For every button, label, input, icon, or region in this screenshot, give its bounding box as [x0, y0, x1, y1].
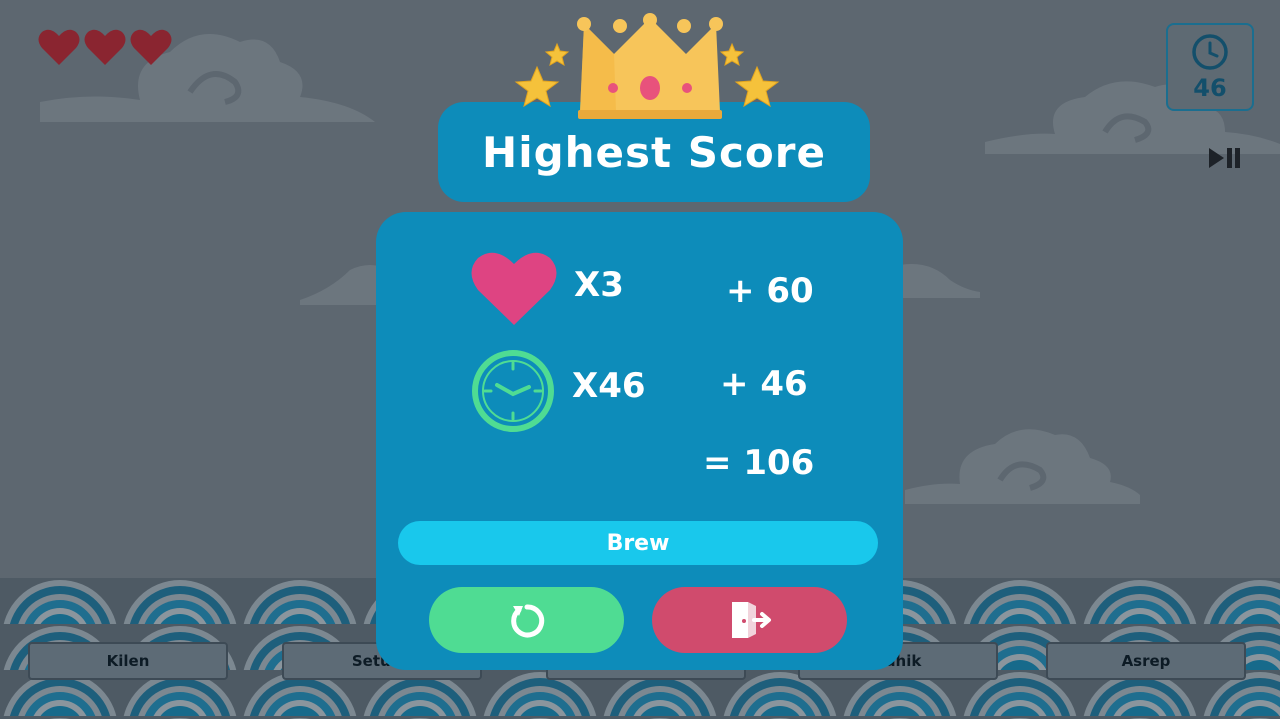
dialog-title: Highest Score — [482, 127, 826, 177]
lives-display — [38, 28, 172, 66]
total-score: = 106 — [703, 443, 815, 483]
play-pause-icon[interactable] — [1208, 146, 1242, 170]
lives-points: + 60 — [726, 271, 814, 311]
timer-value: 46 — [1193, 74, 1227, 102]
clock-icon — [1192, 34, 1228, 70]
retry-icon — [510, 604, 544, 638]
cloud-decoration — [900, 264, 980, 298]
heart-icon — [130, 29, 172, 65]
exit-button[interactable] — [652, 587, 847, 653]
crown-icon — [514, 13, 780, 119]
time-multiplier: X46 — [572, 366, 646, 406]
choice-label: Asrep — [1121, 652, 1171, 670]
heart-icon — [471, 252, 557, 325]
heart-icon — [38, 29, 80, 65]
choice-button-5[interactable]: Asrep — [1046, 642, 1246, 680]
choice-label: Kilen — [106, 652, 150, 670]
player-name-bar: Brew — [398, 521, 878, 565]
clock-icon — [472, 350, 554, 432]
exit-icon — [731, 602, 771, 638]
cloud-decoration — [905, 429, 1140, 504]
time-points: + 46 — [720, 364, 808, 404]
choice-button-1[interactable]: Kilen — [28, 642, 228, 680]
heart-icon — [84, 29, 126, 65]
lives-multiplier: X3 — [574, 265, 624, 305]
player-name: Brew — [606, 530, 670, 556]
timer-box: 46 — [1166, 23, 1254, 111]
retry-button[interactable] — [429, 587, 624, 653]
